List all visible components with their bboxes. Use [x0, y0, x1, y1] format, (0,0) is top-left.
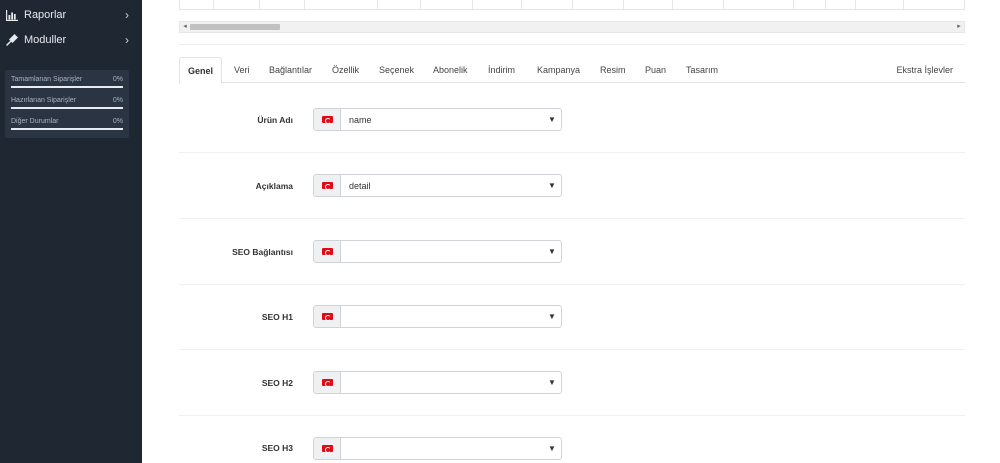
sidebar-item-moduller[interactable]: Moduller ›	[0, 28, 142, 52]
stat-other-status: Diğer Durumlar 0%	[11, 118, 123, 134]
form-row-seo-h1: SEO H1 ▼	[179, 284, 965, 350]
sidebar-item-label: Moduller	[24, 34, 67, 46]
field-label: SEO H3	[261, 442, 293, 453]
tr-flag-icon	[321, 379, 333, 387]
plug-icon	[5, 33, 19, 47]
language-selector[interactable]	[314, 306, 341, 327]
caret-down-icon[interactable]: ▼	[543, 247, 561, 256]
field-label: Açıklama	[255, 180, 293, 191]
caret-down-icon[interactable]: ▼	[543, 378, 561, 387]
field-label: SEO Bağlantısı	[232, 246, 293, 257]
horizontal-scrollbar[interactable]: ◂ ▸	[179, 21, 965, 33]
bar-chart-icon	[5, 8, 19, 22]
stat-label: Diğer Durumlar	[11, 118, 59, 125]
caret-down-icon[interactable]: ▼	[543, 115, 561, 124]
field-value[interactable]: detail	[341, 181, 543, 191]
field-label: SEO H1	[261, 311, 293, 322]
sidebar-item-label: Raporlar	[24, 9, 67, 21]
language-selector[interactable]	[314, 438, 341, 459]
stat-prepared-orders: Hazırlanan Siparişler 0%	[11, 97, 123, 113]
form-row-aciklama: Açıklama detail ▼	[179, 153, 965, 219]
chevron-right-icon: ›	[125, 8, 129, 22]
tr-flag-icon	[321, 182, 333, 190]
stat-progress-bar	[11, 86, 123, 88]
order-stats-panel: Tamamlanan Siparişler 0% Hazırlanan Sipa…	[5, 70, 129, 138]
stat-label: Tamamlanan Siparişler	[11, 76, 83, 83]
tab-veri[interactable]: Veri	[234, 57, 250, 83]
form-row-seo-h3: SEO H3 ▼	[179, 416, 965, 463]
tab-abonelik[interactable]: Abonelik	[433, 57, 468, 83]
tab-tasarim[interactable]: Tasarım	[686, 57, 718, 83]
form-row-seo-h2: SEO H2 ▼	[179, 350, 965, 416]
tab-baglantilar[interactable]: Bağlantılar	[269, 57, 312, 83]
seo-link-field[interactable]: ▼	[313, 240, 562, 263]
stat-progress-bar	[11, 128, 123, 130]
divider	[179, 44, 965, 45]
form-row-seo-baglantisi: SEO Bağlantısı ▼	[179, 219, 965, 285]
language-selector[interactable]	[314, 175, 341, 196]
language-selector[interactable]	[314, 241, 341, 262]
tab-ekstra-islevler[interactable]: Ekstra İşlevler	[896, 57, 953, 83]
seo-h1-field[interactable]: ▼	[313, 305, 562, 328]
scroll-right-arrow-icon[interactable]: ▸	[954, 22, 964, 32]
language-selector[interactable]	[314, 109, 341, 130]
stat-value: 0%	[112, 97, 123, 104]
field-label: SEO H2	[261, 377, 293, 388]
description-field[interactable]: detail ▼	[313, 174, 562, 197]
seo-h2-field[interactable]: ▼	[313, 371, 562, 394]
sidebar: Raporlar › Moduller › Tamamlanan Sipariş…	[0, 0, 142, 463]
form-row-urun-adi: Ürün Adı name ▼	[179, 87, 965, 153]
scrollbar-thumb[interactable]	[190, 24, 280, 30]
table-bottom-edge	[179, 0, 965, 10]
stat-progress-bar	[11, 107, 123, 109]
seo-h3-field[interactable]: ▼	[313, 437, 562, 460]
tab-secenek[interactable]: Seçenek	[379, 57, 414, 83]
tab-puan[interactable]: Puan	[645, 57, 666, 83]
main-panel: ◂ ▸ Genel Veri Bağlantılar Özellik Seçen…	[142, 0, 1000, 463]
tab-genel[interactable]: Genel	[179, 57, 223, 84]
tr-flag-icon	[321, 313, 333, 321]
tab-kampanya[interactable]: Kampanya	[537, 57, 580, 83]
sidebar-item-raporlar[interactable]: Raporlar ›	[0, 3, 142, 27]
field-value[interactable]: name	[341, 115, 543, 125]
stat-value: 0%	[112, 118, 123, 125]
caret-down-icon[interactable]: ▼	[543, 444, 561, 453]
tr-flag-icon	[321, 248, 333, 256]
product-name-field[interactable]: name ▼	[313, 108, 562, 131]
stat-label: Hazırlanan Siparişler	[11, 97, 76, 104]
tr-flag-icon	[321, 116, 333, 124]
language-selector[interactable]	[314, 372, 341, 393]
stat-completed-orders: Tamamlanan Siparişler 0%	[11, 76, 123, 92]
caret-down-icon[interactable]: ▼	[543, 312, 561, 321]
tr-flag-icon	[321, 445, 333, 453]
stat-value: 0%	[112, 76, 123, 83]
caret-down-icon[interactable]: ▼	[543, 181, 561, 190]
tab-indirim[interactable]: İndirim	[488, 57, 515, 83]
tab-resim[interactable]: Resim	[600, 57, 626, 83]
product-tabs: Genel Veri Bağlantılar Özellik Seçenek A…	[179, 57, 965, 84]
scroll-left-arrow-icon[interactable]: ◂	[180, 22, 190, 32]
chevron-right-icon: ›	[125, 33, 129, 47]
field-label: Ürün Adı	[257, 114, 293, 125]
tab-ozellik[interactable]: Özellik	[332, 57, 359, 83]
